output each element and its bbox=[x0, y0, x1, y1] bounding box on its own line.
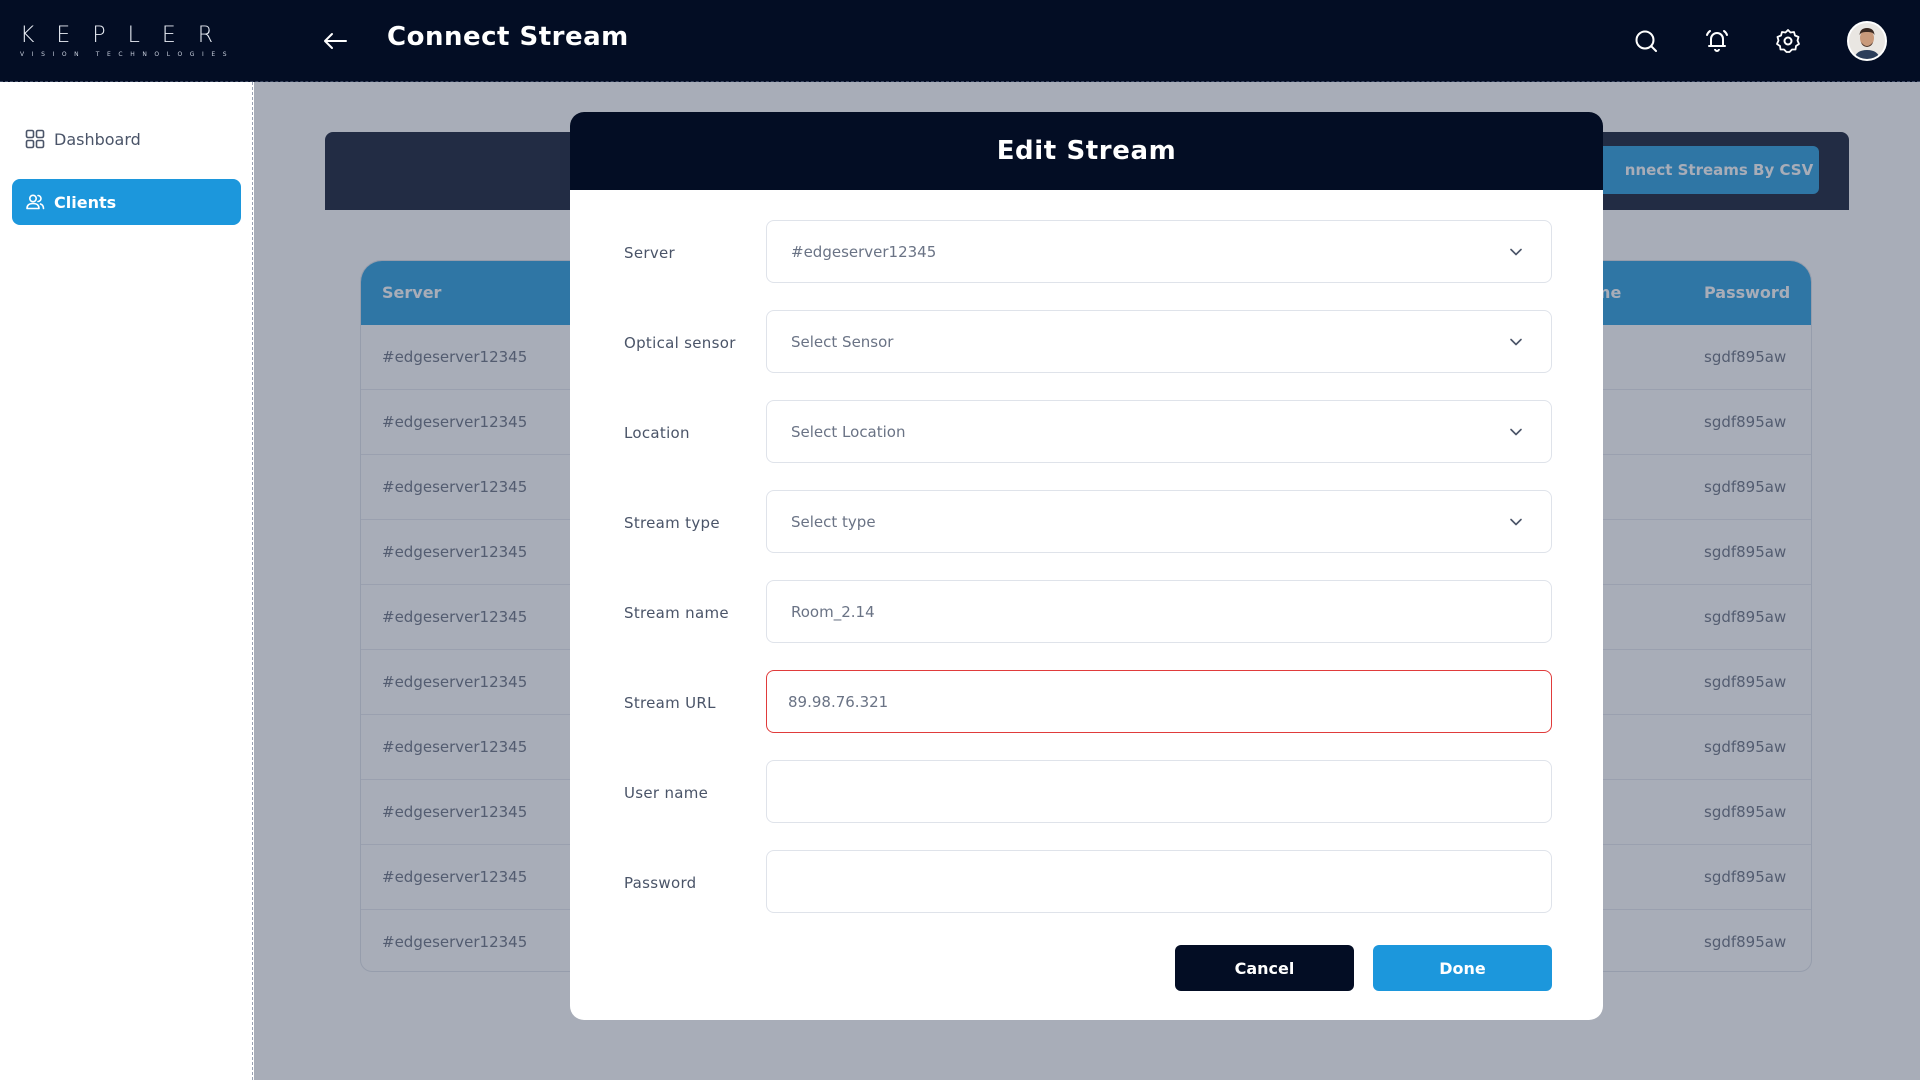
stream-url-label: Stream URL bbox=[624, 694, 716, 712]
stream-name-value: Room_2.14 bbox=[791, 602, 875, 621]
back-arrow-icon[interactable] bbox=[320, 26, 350, 56]
chevron-down-icon bbox=[1510, 518, 1522, 526]
dialog-title: Edit Stream bbox=[996, 136, 1177, 166]
optical-sensor-label: Optical sensor bbox=[624, 334, 736, 352]
location-select[interactable]: Select Location bbox=[766, 400, 1552, 463]
logo-wordmark: KEPLER bbox=[20, 23, 236, 48]
sidebar-item-label: Dashboard bbox=[54, 129, 141, 149]
logo-subtitle: VISION TECHNOLOGIES bbox=[20, 51, 235, 58]
optical-sensor-select[interactable]: Select Sensor bbox=[766, 310, 1552, 373]
sidebar-item-clients[interactable]: Clients bbox=[12, 179, 241, 225]
chevron-down-icon bbox=[1510, 338, 1522, 346]
stream-url-value: 89.98.76.321 bbox=[788, 692, 889, 711]
cancel-button[interactable]: Cancel bbox=[1175, 945, 1354, 991]
server-select-value: #edgeserver12345 bbox=[791, 242, 937, 261]
stream-name-label: Stream name bbox=[624, 604, 729, 622]
gear-icon[interactable] bbox=[1771, 24, 1805, 58]
chevron-down-icon bbox=[1510, 248, 1522, 256]
search-icon[interactable] bbox=[1629, 24, 1663, 58]
stream-type-select[interactable]: Select type bbox=[766, 490, 1552, 553]
password-input[interactable] bbox=[766, 850, 1552, 913]
avatar[interactable] bbox=[1847, 21, 1887, 61]
chevron-down-icon bbox=[1510, 428, 1522, 436]
sidebar-item-label: Clients bbox=[54, 192, 117, 212]
logo[interactable]: KEPLER VISION TECHNOLOGIES bbox=[20, 24, 240, 64]
dialog-header: Edit Stream bbox=[570, 112, 1603, 190]
users-icon bbox=[24, 191, 46, 213]
done-button[interactable]: Done bbox=[1373, 945, 1552, 991]
stream-type-placeholder: Select type bbox=[791, 512, 876, 531]
bell-alert-icon[interactable] bbox=[1700, 24, 1734, 58]
stream-url-input[interactable]: 89.98.76.321 bbox=[766, 670, 1552, 733]
server-label: Server bbox=[624, 244, 675, 262]
edit-stream-dialog: Edit Stream Server #edgeserver12345 Opti… bbox=[570, 112, 1603, 1020]
user-name-label: User name bbox=[624, 784, 709, 802]
sidebar-item-dashboard[interactable]: Dashboard bbox=[12, 116, 241, 162]
grid-icon bbox=[24, 128, 46, 150]
password-label: Password bbox=[624, 874, 697, 892]
stream-name-input[interactable]: Room_2.14 bbox=[766, 580, 1552, 643]
top-bar: KEPLER VISION TECHNOLOGIES Connect Strea… bbox=[0, 0, 1920, 82]
server-select[interactable]: #edgeserver12345 bbox=[766, 220, 1552, 283]
sidebar: Dashboard Clients bbox=[0, 82, 253, 1080]
location-label: Location bbox=[624, 424, 690, 442]
user-name-input[interactable] bbox=[766, 760, 1552, 823]
stream-type-label: Stream type bbox=[624, 514, 720, 532]
page-title: Connect Stream bbox=[387, 22, 629, 52]
optical-sensor-placeholder: Select Sensor bbox=[791, 332, 894, 351]
location-placeholder: Select Location bbox=[791, 422, 906, 441]
